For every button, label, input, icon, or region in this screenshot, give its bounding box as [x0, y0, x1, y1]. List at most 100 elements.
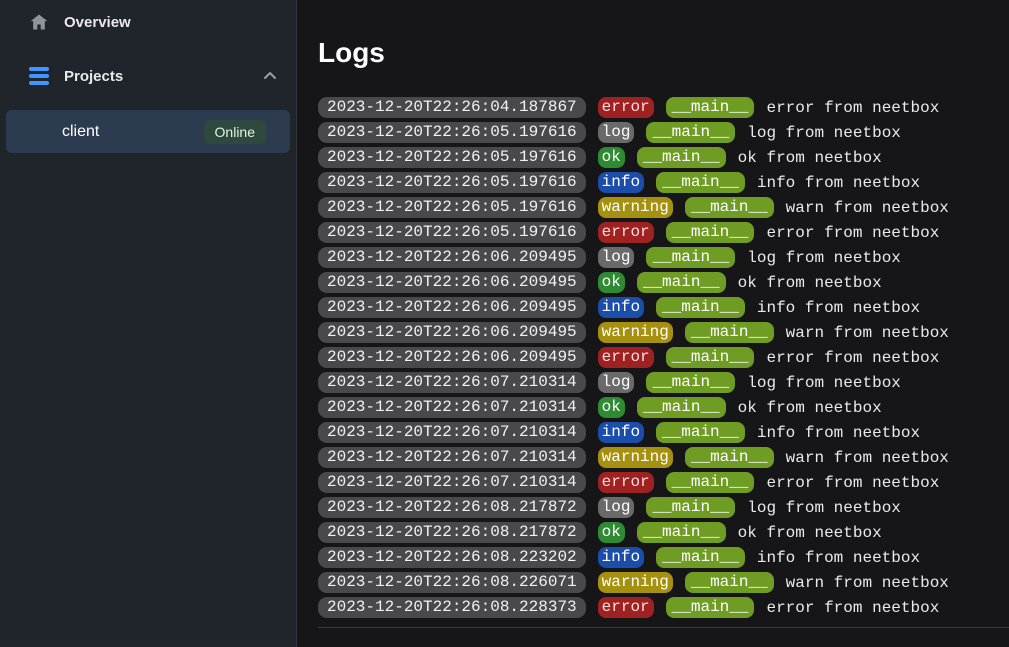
- sidebar-item-label: Overview: [64, 14, 278, 31]
- log-level-badge: error: [598, 472, 654, 493]
- log-message: info from neetbox: [757, 424, 920, 442]
- log-message: error from neetbox: [766, 349, 939, 367]
- log-message: log from neetbox: [747, 124, 901, 142]
- main-content: Logs 2023-12-20T22:26:04.187867 error __…: [297, 0, 1009, 647]
- log-timestamp: 2023-12-20T22:26:05.197616: [318, 172, 586, 193]
- log-message: log from neetbox: [747, 374, 901, 392]
- log-row: 2023-12-20T22:26:07.210314 info __main__…: [318, 422, 1009, 443]
- log-timestamp: 2023-12-20T22:26:08.217872: [318, 497, 586, 518]
- project-name: client: [62, 123, 204, 141]
- log-list: 2023-12-20T22:26:04.187867 error __main_…: [318, 97, 1009, 618]
- log-message: log from neetbox: [747, 249, 901, 267]
- log-module-badge: __main__: [656, 172, 745, 193]
- log-level-badge: error: [598, 97, 654, 118]
- page-title: Logs: [318, 36, 1009, 70]
- log-module-badge: __main__: [646, 247, 735, 268]
- sidebar-item-client[interactable]: client Online: [6, 110, 290, 153]
- log-row: 2023-12-20T22:26:05.197616 info __main__…: [318, 172, 1009, 193]
- log-row: 2023-12-20T22:26:06.209495 error __main_…: [318, 347, 1009, 368]
- log-message: warn from neetbox: [786, 449, 949, 467]
- log-module-badge: __main__: [646, 372, 735, 393]
- log-level-badge: log: [598, 372, 635, 393]
- log-message: log from neetbox: [747, 499, 901, 517]
- log-row: 2023-12-20T22:26:05.197616 warning __mai…: [318, 197, 1009, 218]
- sidebar: Overview Projects client Online: [0, 0, 297, 647]
- log-level-badge: error: [598, 597, 654, 618]
- log-row: 2023-12-20T22:26:07.210314 ok __main__ o…: [318, 397, 1009, 418]
- sidebar-item-label: Projects: [64, 68, 262, 85]
- log-timestamp: 2023-12-20T22:26:07.210314: [318, 472, 586, 493]
- log-timestamp: 2023-12-20T22:26:06.209495: [318, 272, 586, 293]
- log-level-badge: info: [598, 297, 644, 318]
- log-level-badge: error: [598, 347, 654, 368]
- log-row: 2023-12-20T22:26:08.217872 ok __main__ o…: [318, 522, 1009, 543]
- log-module-badge: __main__: [656, 297, 745, 318]
- log-timestamp: 2023-12-20T22:26:05.197616: [318, 197, 586, 218]
- log-level-badge: ok: [598, 272, 625, 293]
- log-message: warn from neetbox: [786, 574, 949, 592]
- log-module-badge: __main__: [656, 547, 745, 568]
- log-level-badge: log: [598, 247, 635, 268]
- log-row: 2023-12-20T22:26:07.210314 warning __mai…: [318, 447, 1009, 468]
- sidebar-item-projects[interactable]: Projects: [0, 54, 296, 98]
- log-module-badge: __main__: [685, 322, 774, 343]
- log-row: 2023-12-20T22:26:06.209495 log __main__ …: [318, 247, 1009, 268]
- log-message: error from neetbox: [766, 99, 939, 117]
- log-row: 2023-12-20T22:26:06.209495 info __main__…: [318, 297, 1009, 318]
- log-timestamp: 2023-12-20T22:26:08.228373: [318, 597, 586, 618]
- log-level-badge: info: [598, 547, 644, 568]
- log-message: error from neetbox: [766, 599, 939, 617]
- log-module-badge: __main__: [666, 472, 755, 493]
- log-level-badge: error: [598, 222, 654, 243]
- log-timestamp: 2023-12-20T22:26:07.210314: [318, 397, 586, 418]
- log-row: 2023-12-20T22:26:08.226071 warning __mai…: [318, 572, 1009, 593]
- log-module-badge: __main__: [685, 572, 774, 593]
- log-row: 2023-12-20T22:26:08.228373 error __main_…: [318, 597, 1009, 618]
- log-row: 2023-12-20T22:26:08.217872 log __main__ …: [318, 497, 1009, 518]
- log-module-badge: __main__: [637, 522, 726, 543]
- log-message: info from neetbox: [757, 174, 920, 192]
- chevron-up-icon[interactable]: [262, 68, 278, 84]
- status-badge: Online: [204, 120, 266, 144]
- log-message: error from neetbox: [766, 474, 939, 492]
- log-timestamp: 2023-12-20T22:26:06.209495: [318, 297, 586, 318]
- log-module-badge: __main__: [637, 397, 726, 418]
- menu-icon: [28, 65, 50, 87]
- log-level-badge: log: [598, 122, 635, 143]
- log-message: ok from neetbox: [738, 399, 882, 417]
- log-module-badge: __main__: [637, 272, 726, 293]
- log-module-badge: __main__: [637, 147, 726, 168]
- log-row: 2023-12-20T22:26:06.209495 warning __mai…: [318, 322, 1009, 343]
- log-level-badge: info: [598, 172, 644, 193]
- log-timestamp: 2023-12-20T22:26:08.217872: [318, 522, 586, 543]
- log-module-badge: __main__: [646, 122, 735, 143]
- log-timestamp: 2023-12-20T22:26:04.187867: [318, 97, 586, 118]
- log-row: 2023-12-20T22:26:05.197616 ok __main__ o…: [318, 147, 1009, 168]
- log-level-badge: info: [598, 422, 644, 443]
- log-level-badge: warning: [598, 197, 673, 218]
- sidebar-item-overview[interactable]: Overview: [0, 0, 296, 44]
- log-module-badge: __main__: [666, 97, 755, 118]
- log-level-badge: ok: [598, 522, 625, 543]
- log-message: ok from neetbox: [738, 149, 882, 167]
- log-module-badge: __main__: [646, 497, 735, 518]
- log-level-badge: ok: [598, 147, 625, 168]
- log-level-badge: warning: [598, 572, 673, 593]
- log-row: 2023-12-20T22:26:06.209495 ok __main__ o…: [318, 272, 1009, 293]
- log-level-badge: warning: [598, 322, 673, 343]
- log-timestamp: 2023-12-20T22:26:05.197616: [318, 122, 586, 143]
- log-timestamp: 2023-12-20T22:26:06.209495: [318, 347, 586, 368]
- log-message: warn from neetbox: [786, 324, 949, 342]
- log-module-badge: __main__: [666, 347, 755, 368]
- log-message: ok from neetbox: [738, 274, 882, 292]
- log-message: ok from neetbox: [738, 524, 882, 542]
- log-module-badge: __main__: [666, 222, 755, 243]
- log-message: info from neetbox: [757, 299, 920, 317]
- log-timestamp: 2023-12-20T22:26:06.209495: [318, 322, 586, 343]
- home-icon: [28, 11, 50, 33]
- log-list-divider: [318, 627, 1009, 628]
- log-module-badge: __main__: [685, 447, 774, 468]
- log-timestamp: 2023-12-20T22:26:05.197616: [318, 147, 586, 168]
- log-level-badge: ok: [598, 397, 625, 418]
- log-timestamp: 2023-12-20T22:26:07.210314: [318, 447, 586, 468]
